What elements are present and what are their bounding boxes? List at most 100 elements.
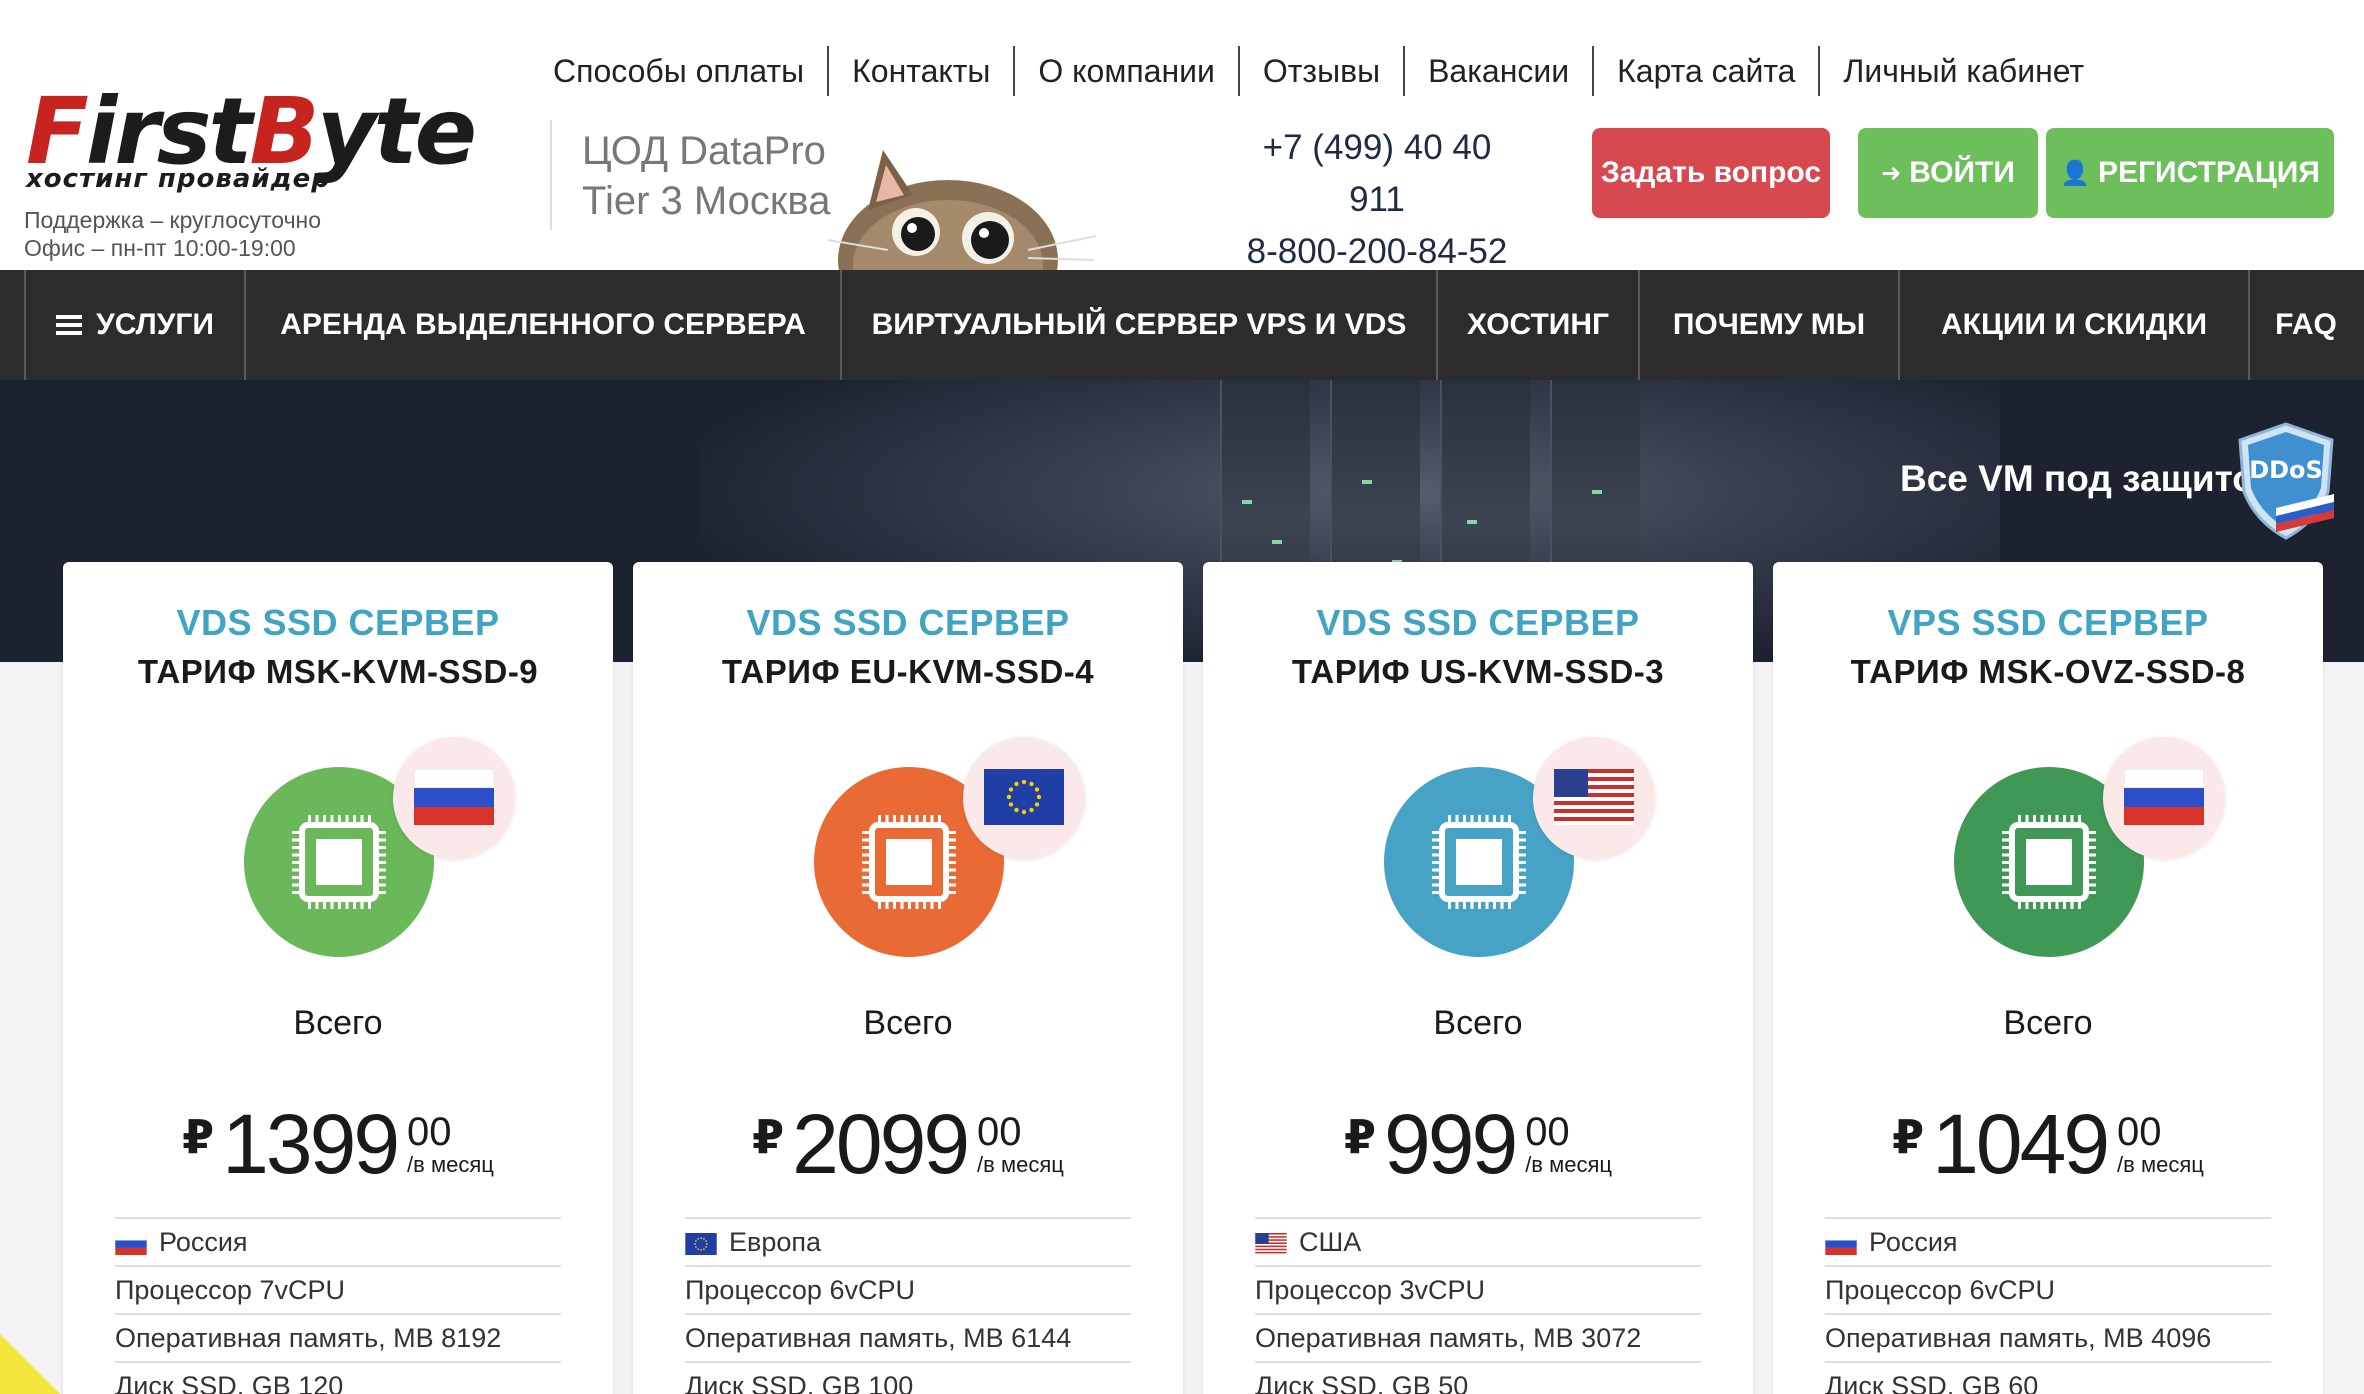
spec-disk-label: Диск SSD, GB 60: [1825, 1370, 2039, 1394]
ruble-sign: ₽: [1892, 1111, 1925, 1163]
card-specs: Россия Процессор 6vCPU Оперативная память,…: [1825, 1217, 2271, 1394]
spec-ram-label: Оперативная память, MB 8192: [115, 1322, 502, 1353]
nav-vps-vds[interactable]: ВИРТУАЛЬНЫЙ СЕРВЕР VPS И VDS: [842, 270, 1438, 380]
price-fraction: 00/в месяц: [977, 1112, 1064, 1178]
spec-disk-label: Диск SSD, GB 100: [685, 1370, 914, 1394]
card-tariff-name: ТАРИФ MSK-KVM-SSD-9: [137, 653, 539, 690]
spec-location: Россия: [1825, 1217, 2271, 1265]
price-period: /в месяц: [407, 1152, 494, 1177]
ddos-protection-text: Все VM под защитой: [1900, 458, 2278, 499]
top-nav-reviews[interactable]: Отзывы: [1237, 46, 1403, 96]
card-specs: США Процессор 3vCPU Оперативная память, MB…: [1255, 1217, 1701, 1394]
card-price: ₽999 00/в месяц: [1203, 1102, 1753, 1186]
firstbyte-logo[interactable]: FirstByte хостинг провайдер: [26, 84, 526, 195]
spec-disk-label: Диск SSD, GB 120: [115, 1370, 344, 1394]
price-amount: 1049: [1932, 1097, 2110, 1191]
price-fraction: 00/в месяц: [2117, 1112, 2204, 1178]
spec-location: США: [1255, 1217, 1701, 1265]
nav-hosting-label: ХОСТИНГ: [1466, 308, 1610, 341]
top-nav-vacancies[interactable]: Вакансии: [1403, 46, 1592, 96]
price-cents: 00: [1525, 1110, 1570, 1154]
main-navigation: УСЛУГИ АРЕНДА ВЫДЕЛЕННОГО СЕРВЕРА ВИРТУА…: [0, 270, 2364, 380]
ddos-shield-icon: DDoS: [2238, 422, 2334, 540]
card-specs: Европа Процессор 6vCPU Оперативная память,…: [685, 1217, 1131, 1394]
spec-disk: Диск SSD, GB 60: [1825, 1361, 2271, 1394]
datacenter-name: ЦОД DataPro: [582, 129, 826, 173]
top-nav-payment-methods[interactable]: Способы оплаты: [530, 46, 827, 96]
corner-decoration: [0, 1334, 60, 1394]
price-cents: 00: [407, 1110, 452, 1154]
datacenter-tier: Tier 3 Москва: [582, 179, 831, 223]
price-amount: 999: [1384, 1097, 1518, 1191]
spec-cpu: Процессор 6vCPU: [1825, 1265, 2271, 1313]
card-price: ₽1049 00/в месяц: [1773, 1102, 2323, 1186]
nav-services[interactable]: УСЛУГИ: [24, 270, 246, 380]
nav-hosting[interactable]: ХОСТИНГ: [1438, 270, 1640, 380]
spec-cpu-label: Процессор 7vCPU: [115, 1274, 345, 1305]
spec-ram: Оперативная память, MB 4096: [1825, 1313, 2271, 1361]
top-nav-sitemap[interactable]: Карта сайта: [1592, 46, 1818, 96]
spec-location: Россия: [115, 1217, 561, 1265]
card-server-type: VDS SSD СЕРВЕР: [176, 602, 500, 643]
top-nav-account[interactable]: Личный кабинет: [1818, 46, 2107, 96]
card-total-label: Всего: [2003, 1004, 2093, 1042]
login-button[interactable]: ➜ ВОЙТИ: [1858, 128, 2038, 218]
nav-promotions-label: АКЦИИ И СКИДКИ: [1940, 308, 2208, 341]
nav-promotions[interactable]: АКЦИИ И СКИДКИ: [1900, 270, 2250, 380]
top-nav-about[interactable]: О компании: [1013, 46, 1237, 96]
tariff-card[interactable]: VDS SSD СЕРВЕР ТАРИФ US-KVM-SSD-3 Всего ₽99…: [1203, 562, 1753, 1394]
tariff-card[interactable]: VPS SSD СЕРВЕР ТАРИФ MSK-OVZ-SSD-8 Всего ₽1…: [1773, 562, 2323, 1394]
spec-cpu-label: Процессор 6vCPU: [1825, 1274, 2055, 1305]
spec-ram-label: Оперативная память, MB 4096: [1825, 1322, 2212, 1353]
phone-moscow[interactable]: +7 (499) 40 40 911: [1232, 122, 1522, 226]
spec-cpu: Процессор 3vCPU: [1255, 1265, 1701, 1313]
datacenter-label: ЦОД DataPro Tier 3 Москва: [582, 126, 830, 226]
page: FirstByte хостинг провайдер Поддержка – …: [0, 0, 2364, 1394]
card-total-label: Всего: [293, 1004, 383, 1042]
ask-question-button[interactable]: Задать вопрос: [1592, 128, 1830, 218]
top-navigation: Способы оплаты Контакты О компании Отзыв…: [530, 46, 2107, 96]
card-tariff-name: ТАРИФ MSK-OVZ-SSD-8: [1850, 653, 2246, 690]
card-server-type: VDS SSD СЕРВЕР: [1316, 602, 1640, 643]
spec-location-label: Россия: [1869, 1226, 1958, 1257]
spec-disk: Диск SSD, GB 50: [1255, 1361, 1701, 1394]
spec-disk: Диск SSD, GB 100: [685, 1361, 1131, 1394]
nav-why-us[interactable]: ПОЧЕМУ МЫ: [1640, 270, 1900, 380]
logo-subtitle: хостинг провайдер: [26, 164, 331, 194]
tariff-card[interactable]: VDS SSD СЕРВЕР ТАРИФ EU-KVM-SSD-4 Всего ₽20…: [633, 562, 1183, 1394]
tariff-card[interactable]: VDS SSD СЕРВЕР ТАРИФ MSK-KVM-SSD-9 Всего ₽1…: [63, 562, 613, 1394]
support-line: Поддержка – круглосуточно: [24, 207, 322, 233]
price-amount: 2099: [792, 1097, 970, 1191]
register-button[interactable]: 👤 РЕГИСТРАЦИЯ: [2046, 128, 2334, 218]
spec-ram: Оперативная память, MB 6144: [685, 1313, 1131, 1361]
register-label: РЕГИСТРАЦИЯ: [2097, 156, 2320, 189]
card-price: ₽2099 00/в месяц: [633, 1102, 1183, 1186]
top-nav-contacts[interactable]: Контакты: [827, 46, 1013, 96]
nav-vps-vds-label: ВИРТУАЛЬНЫЙ СЕРВЕР VPS И VDS: [871, 308, 1407, 341]
office-line: Офис – пн-пт 10:00-19:00: [24, 235, 296, 261]
spec-ram-label: Оперативная память, MB 6144: [685, 1322, 1072, 1353]
ruble-sign: ₽: [752, 1111, 785, 1163]
ru-flag-icon: [2103, 737, 2225, 859]
spec-location: Европа: [685, 1217, 1131, 1265]
spec-location-label: Европа: [729, 1226, 822, 1257]
spec-location-label: США: [1299, 1226, 1362, 1257]
price-cents: 00: [977, 1110, 1022, 1154]
site-header: FirstByte хостинг провайдер Поддержка – …: [0, 0, 2364, 271]
cat-mascot-image: [828, 150, 1097, 270]
price-cents: 00: [2117, 1110, 2162, 1154]
ru-flag-icon: [393, 737, 515, 859]
us-flag-icon: [1533, 737, 1655, 859]
price-period: /в месяц: [1525, 1152, 1612, 1177]
spec-ram-label: Оперативная память, MB 3072: [1255, 1322, 1642, 1353]
price-period: /в месяц: [977, 1152, 1064, 1177]
phone-numbers: +7 (499) 40 40 911 8-800-200-84-52: [1232, 122, 1522, 278]
login-label: ВОЙТИ: [1909, 156, 2015, 189]
card-specs: Россия Процессор 7vCPU Оперативная память,…: [115, 1217, 561, 1394]
spec-ram: Оперативная память, MB 3072: [1255, 1313, 1701, 1361]
sign-in-icon: ➜: [1881, 159, 1902, 187]
card-tariff-name: ТАРИФ US-KVM-SSD-3: [1291, 653, 1665, 690]
nav-faq[interactable]: FAQ: [2250, 270, 2362, 380]
nav-dedicated-server[interactable]: АРЕНДА ВЫДЕЛЕННОГО СЕРВЕРА: [246, 270, 842, 380]
ask-question-label: Задать вопрос: [1600, 156, 1822, 189]
